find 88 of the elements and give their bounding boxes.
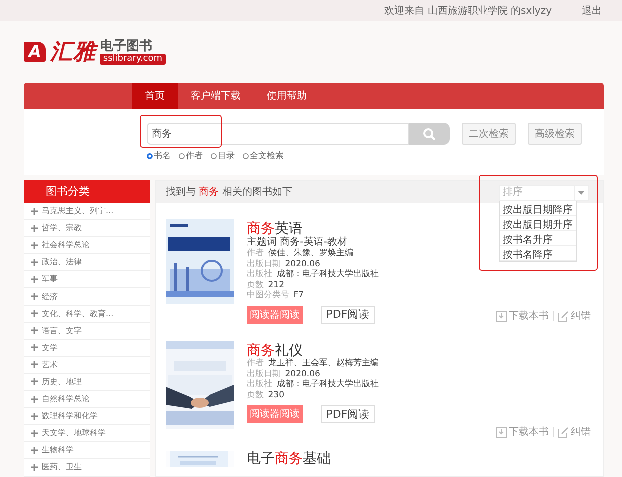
logout-link[interactable]: 退出 (582, 4, 602, 18)
plus-icon (31, 276, 38, 283)
meta-label: 作者 (247, 358, 264, 368)
nav-tab[interactable]: 客户端下载 (178, 83, 254, 109)
nav-tab[interactable]: 使用帮助 (254, 83, 320, 109)
book-title: 商务礼仪 (247, 343, 303, 359)
results-summary: 找到与 商务 相关的图书如下 (166, 186, 292, 199)
search-scope-radio[interactable]: 目录 (211, 150, 235, 162)
plus-icon (31, 378, 38, 386)
category-item[interactable]: 艺术 (24, 356, 150, 374)
category-item[interactable]: 文学 (24, 340, 150, 357)
meta-label: 出版日期 (247, 370, 281, 379)
book-subject: 主题词 商务-英语-教材 (247, 237, 348, 248)
category-item[interactable]: 天文学、地球科学 (24, 425, 150, 442)
search-option-button[interactable]: 二次检索 (462, 123, 516, 145)
plus-icon (31, 242, 38, 249)
plus-icon (31, 327, 38, 334)
category-item[interactable]: 马克思主义、列宁... (24, 203, 150, 220)
plus-icon (31, 310, 38, 318)
meta-label: 出版日期 (247, 260, 281, 269)
pdf-button[interactable]: PDF阅读 (321, 306, 375, 324)
category-item[interactable]: 军事 (24, 271, 150, 288)
meta-value: 212 (268, 280, 284, 290)
download-link[interactable]: 下载本书 (496, 425, 549, 439)
search-option-button[interactable]: 高级检索 (528, 123, 582, 145)
download-icon (496, 426, 507, 438)
plus-icon (31, 412, 38, 420)
welcome-text: 欢迎来自 山西旅游职业学院 的sxlyzy (384, 4, 552, 18)
edit-icon (558, 310, 569, 322)
search-icon (423, 128, 436, 140)
download-icon (496, 310, 507, 322)
meta-value: 2020.06 (285, 370, 320, 379)
plus-icon (31, 446, 38, 454)
plus-icon (31, 344, 38, 352)
category-item[interactable]: 哲学、宗教 (24, 220, 150, 238)
category-item[interactable]: 社会科学总论 (24, 237, 150, 254)
category-item[interactable]: 生物科学 (24, 442, 150, 460)
plus-icon (31, 258, 38, 266)
plus-icon (31, 361, 38, 368)
search-field[interactable]: 商务 (147, 123, 409, 145)
search-scope-radio[interactable]: 全文检索 (243, 150, 284, 162)
category-item[interactable]: 政治、法律 (24, 254, 150, 272)
meta-label: 中图分类号 (247, 291, 290, 301)
meta-label: 页数 (247, 390, 264, 400)
plus-icon (31, 396, 38, 403)
plus-icon (31, 430, 38, 437)
sort-dropdown[interactable]: 排序 (499, 185, 589, 201)
meta-value: 成都：电子科技大学出版社 (276, 270, 379, 280)
logo-mark: A (24, 42, 46, 62)
meta-value: 龙玉祥、王会军、赵梅芳主编 (268, 358, 379, 368)
category-item[interactable]: 语言、文字 (24, 322, 150, 340)
download-link[interactable]: 下载本书 (496, 309, 549, 323)
plus-icon (31, 293, 38, 300)
report-error-link[interactable]: 纠错 (558, 425, 591, 439)
plus-icon (31, 224, 38, 232)
logo-title: 电子图书 (100, 39, 152, 54)
meta-label: 页数 (247, 280, 264, 290)
category-item[interactable]: 自然科学总论 (24, 391, 150, 408)
search-button[interactable] (409, 123, 450, 145)
category-item[interactable]: 医药、卫生 (24, 459, 150, 476)
meta-value: 230 (268, 390, 284, 400)
meta-value: 侯佳、朱豫、罗焕主编 (268, 248, 354, 258)
category-item[interactable]: 经济 (24, 288, 150, 306)
category-item[interactable]: 历史、地理 (24, 374, 150, 392)
search-scope-radio[interactable]: 作者 (179, 150, 203, 162)
book-title: 电子商务基础 (247, 451, 331, 467)
reader-button[interactable]: 阅读器阅读 (247, 405, 303, 424)
meta-label: 出版社 (247, 270, 272, 280)
logo-domain: sslibrary.com (100, 54, 166, 65)
caret-icon (578, 191, 585, 195)
plus-icon (31, 464, 38, 471)
nav-tab[interactable]: 首页 (132, 83, 178, 109)
report-error-link[interactable]: 纠错 (558, 309, 591, 323)
meta-value: F7 (294, 291, 304, 301)
pdf-button[interactable]: PDF阅读 (321, 405, 375, 424)
category-item[interactable]: 数理科学和化学 (24, 408, 150, 426)
meta-label: 出版社 (247, 380, 272, 390)
meta-value: 成都：电子科技大学出版社 (276, 380, 379, 390)
logo-name: 汇雅 (50, 39, 96, 67)
edit-icon (558, 426, 569, 438)
meta-label: 作者 (247, 248, 264, 258)
meta-value: 2020.06 (285, 260, 320, 269)
category-item[interactable]: 文化、科学、教育... (24, 306, 150, 323)
plus-icon (31, 208, 38, 215)
sidebar-header: 图书分类 (24, 180, 150, 203)
reader-button[interactable]: 阅读器阅读 (247, 306, 303, 324)
search-scope-radio[interactable]: 书名 (147, 150, 171, 162)
book-title: 商务英语 (247, 221, 303, 237)
